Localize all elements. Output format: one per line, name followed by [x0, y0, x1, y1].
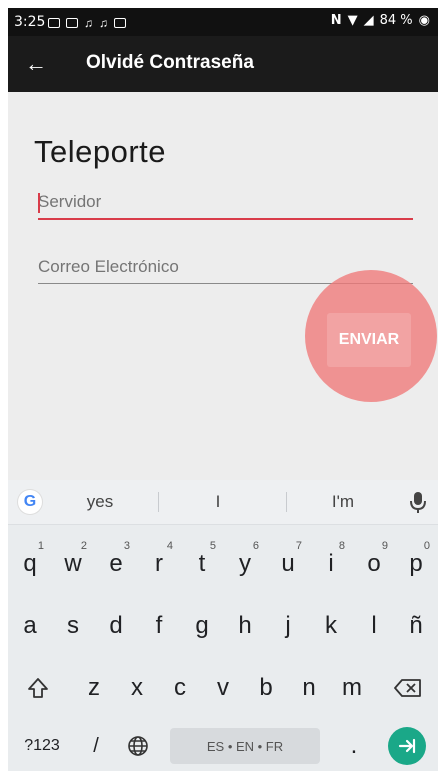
- key-hint: 4: [166, 540, 173, 552]
- notification-icon: [48, 18, 60, 28]
- key-hint: 5: [209, 540, 216, 552]
- status-time: 3:25: [14, 14, 46, 30]
- key-label: e: [109, 550, 123, 577]
- keyboard-row-3: z x c v b n m: [8, 662, 438, 714]
- signal-icon: ◢: [363, 13, 374, 28]
- notification-icons: ♫ ♫: [48, 16, 126, 30]
- key-f[interactable]: f: [139, 600, 179, 652]
- status-bar: 3:25 ♫ ♫ N ▼ ◢ 84 % ◉: [8, 8, 438, 36]
- key-hint: 0: [423, 540, 430, 552]
- enter-key[interactable]: [388, 727, 426, 765]
- key-hint: 2: [80, 540, 87, 552]
- key-h[interactable]: h: [225, 600, 265, 652]
- suggestion-3[interactable]: I'm: [313, 492, 373, 512]
- key-n-tilde[interactable]: ñ: [396, 600, 436, 652]
- google-icon[interactable]: G: [18, 490, 42, 514]
- notification-icon: [66, 18, 78, 28]
- shift-key[interactable]: [12, 662, 64, 714]
- brand-logo-text: Teleporte: [34, 134, 167, 169]
- page-title: Olvidé Contraseña: [86, 52, 254, 73]
- key-b[interactable]: b: [246, 662, 286, 714]
- keyboard-row-4: ?123 / ES • EN • FR .: [8, 720, 438, 771]
- server-field[interactable]: [38, 192, 413, 220]
- back-arrow-icon[interactable]: ←: [22, 50, 50, 78]
- screen: 3:25 ♫ ♫ N ▼ ◢ 84 % ◉ ← Olvidé Contraseñ…: [8, 8, 438, 771]
- key-label: y: [239, 550, 251, 577]
- key-n[interactable]: n: [289, 662, 329, 714]
- space-bar[interactable]: ES • EN • FR: [170, 728, 320, 764]
- key-v[interactable]: v: [203, 662, 243, 714]
- key-q[interactable]: q1: [10, 538, 50, 590]
- key-hint: 7: [295, 540, 302, 552]
- key-l[interactable]: l: [354, 600, 394, 652]
- key-hint: 1: [37, 540, 44, 552]
- soft-keyboard: G yes I I'm q1 w2 e3 r4 t5 y6 u7 i8 o9 p…: [8, 480, 438, 771]
- key-y[interactable]: y6: [225, 538, 265, 590]
- backspace-icon: [394, 679, 421, 697]
- key-w[interactable]: w2: [53, 538, 93, 590]
- language-key[interactable]: [118, 720, 158, 771]
- key-hint: 3: [123, 540, 130, 552]
- key-g[interactable]: g: [182, 600, 222, 652]
- key-hint: 6: [252, 540, 259, 552]
- key-p[interactable]: p0: [396, 538, 436, 590]
- key-s[interactable]: s: [53, 600, 93, 652]
- suggestion-divider: [158, 492, 159, 512]
- key-hint: 8: [338, 540, 345, 552]
- key-m[interactable]: m: [332, 662, 372, 714]
- text-cursor: [38, 193, 40, 213]
- app-bar: ← Olvidé Contraseña: [8, 36, 438, 92]
- send-button[interactable]: ENVIAR: [327, 313, 411, 367]
- key-label: u: [281, 550, 295, 577]
- key-j[interactable]: j: [268, 600, 308, 652]
- key-u[interactable]: u7: [268, 538, 308, 590]
- music-note-icon: ♫: [84, 16, 93, 30]
- server-input[interactable]: [38, 192, 413, 212]
- nfc-icon: N: [330, 13, 342, 28]
- key-label: t: [198, 550, 206, 577]
- notification-icon: [114, 18, 126, 28]
- system-icons: N ▼ ◢ 84 % ◉: [331, 13, 430, 28]
- key-label: q: [23, 550, 37, 577]
- key-k[interactable]: k: [311, 600, 351, 652]
- key-label: p: [409, 550, 423, 577]
- wifi-icon: ▼: [347, 13, 358, 28]
- suggestion-strip: G yes I I'm: [8, 480, 438, 525]
- key-a[interactable]: a: [10, 600, 50, 652]
- suggestion-1[interactable]: yes: [70, 492, 130, 512]
- suggestion-2[interactable]: I: [188, 492, 248, 512]
- sync-icon: ◉: [418, 13, 430, 28]
- keyboard-row-2: a s d f g h j k l ñ: [8, 600, 438, 652]
- globe-icon: [128, 736, 148, 756]
- enter-arrow-icon: [398, 738, 416, 754]
- key-label: r: [155, 550, 163, 577]
- key-t[interactable]: t5: [182, 538, 222, 590]
- period-key[interactable]: .: [334, 720, 374, 771]
- key-i[interactable]: i8: [311, 538, 351, 590]
- battery-level: 84 %: [379, 13, 413, 28]
- shift-icon: [28, 678, 48, 698]
- key-label: i: [328, 550, 334, 577]
- microphone-icon[interactable]: [408, 490, 428, 514]
- key-d[interactable]: d: [96, 600, 136, 652]
- symbols-key[interactable]: ?123: [14, 720, 70, 771]
- send-button-label: ENVIAR: [338, 331, 400, 348]
- key-hint: 9: [381, 540, 388, 552]
- key-z[interactable]: z: [74, 662, 114, 714]
- key-c[interactable]: c: [160, 662, 200, 714]
- server-underline: [38, 218, 413, 220]
- music-note-icon: ♫: [99, 16, 108, 30]
- key-e[interactable]: e3: [96, 538, 136, 590]
- slash-key[interactable]: /: [78, 720, 114, 771]
- key-label: o: [367, 550, 381, 577]
- suggestion-divider: [286, 492, 287, 512]
- key-o[interactable]: o9: [354, 538, 394, 590]
- backspace-key[interactable]: [382, 662, 434, 714]
- key-r[interactable]: r4: [139, 538, 179, 590]
- key-label: w: [64, 550, 82, 577]
- keyboard-row-1: q1 w2 e3 r4 t5 y6 u7 i8 o9 p0: [8, 538, 438, 590]
- key-x[interactable]: x: [117, 662, 157, 714]
